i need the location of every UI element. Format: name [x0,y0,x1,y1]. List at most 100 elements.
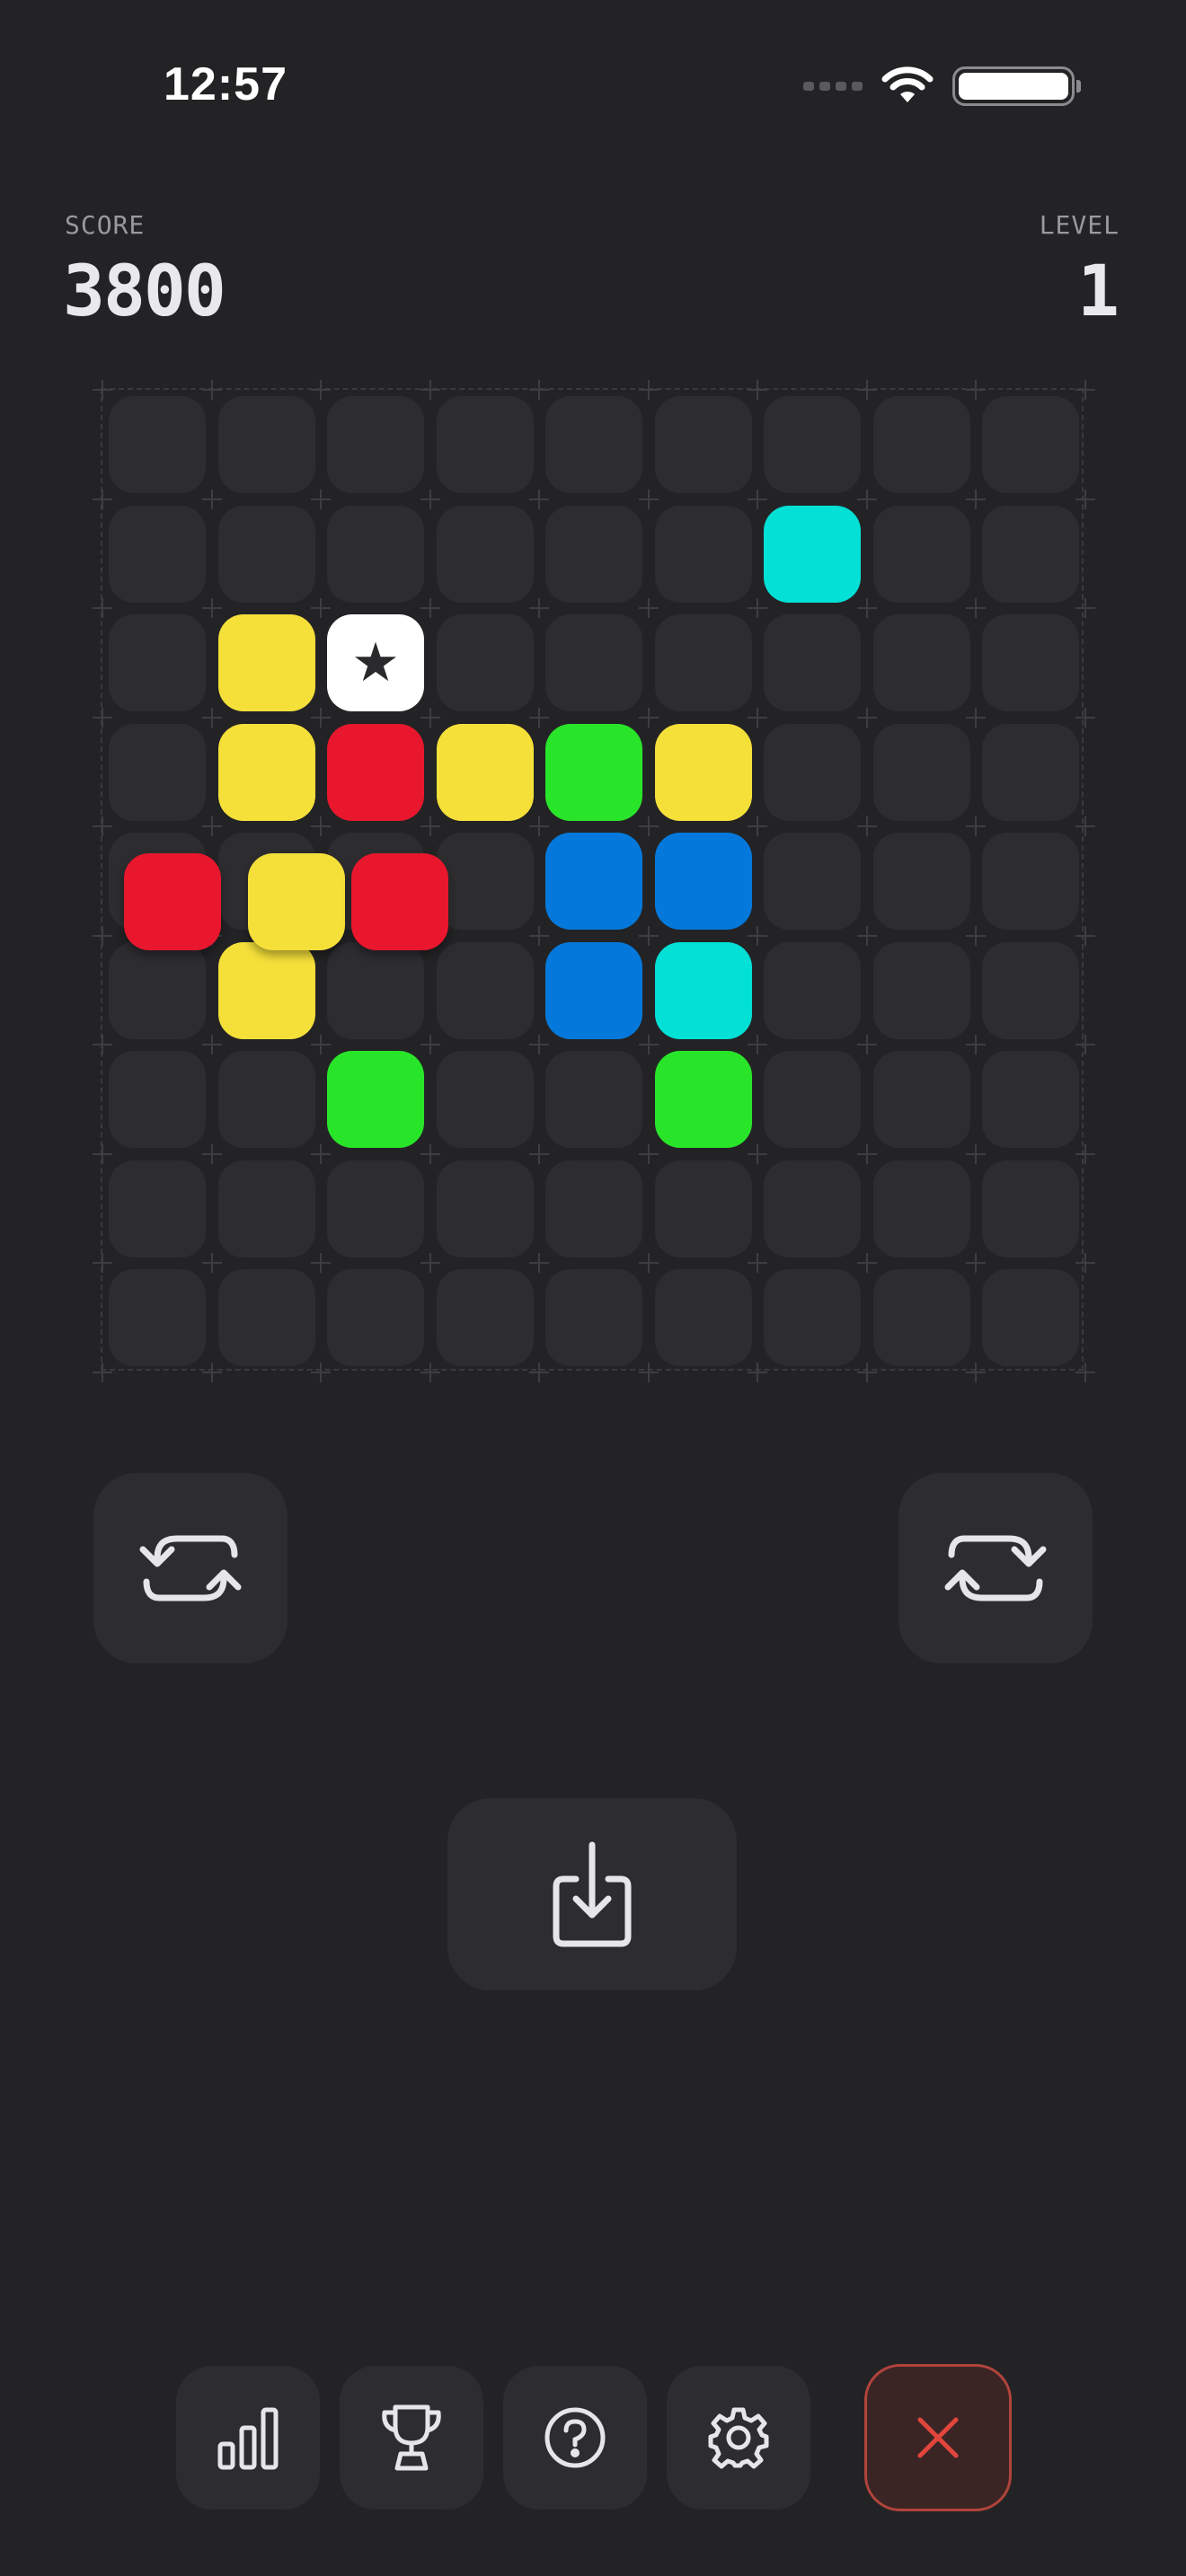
grid-marker [966,925,986,946]
trophy-icon [382,2404,441,2471]
board-cell[interactable] [872,833,970,930]
board-cell[interactable] [109,1269,206,1366]
board-cell[interactable] [545,1269,642,1366]
board-cell[interactable] [654,614,752,711]
board-cell[interactable] [872,723,970,821]
quit-button[interactable] [864,2364,1012,2511]
board-cell[interactable] [109,1051,206,1148]
grid-marker [966,707,986,728]
board-cell[interactable] [436,1269,534,1366]
board-cell[interactable] [436,1051,534,1148]
game-board[interactable]: ★ [93,380,1095,1382]
board-cell[interactable] [764,941,861,1039]
cellular-signal-icon [803,82,863,91]
board-cell[interactable] [764,1160,861,1257]
grid-marker [966,380,986,400]
board-cell[interactable] [982,505,1079,603]
board-cell[interactable] [436,614,534,711]
board-cell[interactable] [545,1051,642,1148]
settings-button[interactable] [667,2366,810,2510]
board-cell[interactable] [982,941,1079,1039]
board-cell[interactable] [872,396,970,493]
board-cell[interactable] [764,1051,861,1148]
board-cell[interactable] [764,1269,861,1366]
board-cell[interactable] [545,505,642,603]
active-piece-tile[interactable] [247,853,345,950]
status-icons [803,65,1081,108]
board-cell[interactable] [109,614,206,711]
board-cell[interactable] [654,1160,752,1257]
board-cell[interactable] [982,833,1079,930]
board-cell[interactable] [217,396,315,493]
grid-marker [529,1035,549,1054]
level-label: LEVEL [1039,210,1120,240]
rotate-left-button[interactable] [93,1473,288,1663]
board-cell[interactable] [654,1269,752,1366]
board-cell[interactable] [872,1269,970,1366]
stats-button[interactable] [176,2366,320,2510]
board-cell[interactable] [654,505,752,603]
board-cell[interactable] [982,614,1079,711]
tile-yellow [436,723,534,821]
board-cell[interactable] [872,1160,970,1257]
board-cell[interactable] [872,505,970,603]
board-cell[interactable] [872,614,970,711]
board-cell[interactable] [327,1160,424,1257]
board-cell[interactable] [327,505,424,603]
board-cell[interactable] [217,1051,315,1148]
grid-marker [748,380,767,400]
board-cell[interactable] [764,723,861,821]
active-piece-tile[interactable] [124,853,221,950]
trophy-button[interactable] [340,2366,483,2510]
board-cell[interactable] [217,505,315,603]
grid-marker [93,1143,112,1164]
grid-marker [529,598,549,618]
grid-marker [529,1143,549,1164]
board-cell[interactable] [109,505,206,603]
board-cell[interactable] [217,1269,315,1366]
board-cell[interactable] [764,396,861,493]
grid-marker [1075,816,1095,836]
board-cell[interactable] [109,396,206,493]
board-cell[interactable] [436,941,534,1039]
tile-green [327,1051,424,1148]
grid-marker [201,598,222,618]
help-button[interactable] [503,2366,647,2510]
board-cell[interactable] [982,1160,1079,1257]
grid-marker [201,816,222,836]
board-cell[interactable] [436,833,534,930]
board-cell[interactable] [982,1051,1079,1148]
board-cell[interactable] [764,833,861,930]
board-cell[interactable] [654,396,752,493]
board-cell[interactable] [982,1269,1079,1366]
grid-marker [748,1035,767,1054]
board-cell[interactable] [545,614,642,711]
board-cell[interactable] [982,396,1079,493]
grid-marker [420,816,440,836]
board-cell[interactable] [764,614,861,711]
board-cell[interactable] [109,723,206,821]
board-cell[interactable] [436,396,534,493]
active-piece-tile[interactable] [351,853,448,950]
rotate-right-button[interactable] [898,1473,1093,1663]
board-cell[interactable] [436,505,534,603]
grid-marker [966,816,986,836]
grid-marker [311,598,331,618]
board-cell[interactable] [217,1160,315,1257]
board-cell[interactable] [327,396,424,493]
board-cell[interactable] [109,1160,206,1257]
board-cell[interactable] [872,1051,970,1148]
board-cell[interactable] [545,396,642,493]
board-cell[interactable] [872,941,970,1039]
grid-marker [311,1035,331,1054]
board-cell[interactable] [327,1269,424,1366]
board-cell[interactable] [545,1160,642,1257]
board-cell[interactable] [109,941,206,1039]
board-cell[interactable] [327,941,424,1039]
grid-marker [1075,1253,1095,1273]
board-cell[interactable] [982,723,1079,821]
board-cell[interactable] [436,1160,534,1257]
grid-marker [93,925,112,946]
drop-button[interactable] [447,1798,737,1990]
grid-marker [529,816,549,836]
